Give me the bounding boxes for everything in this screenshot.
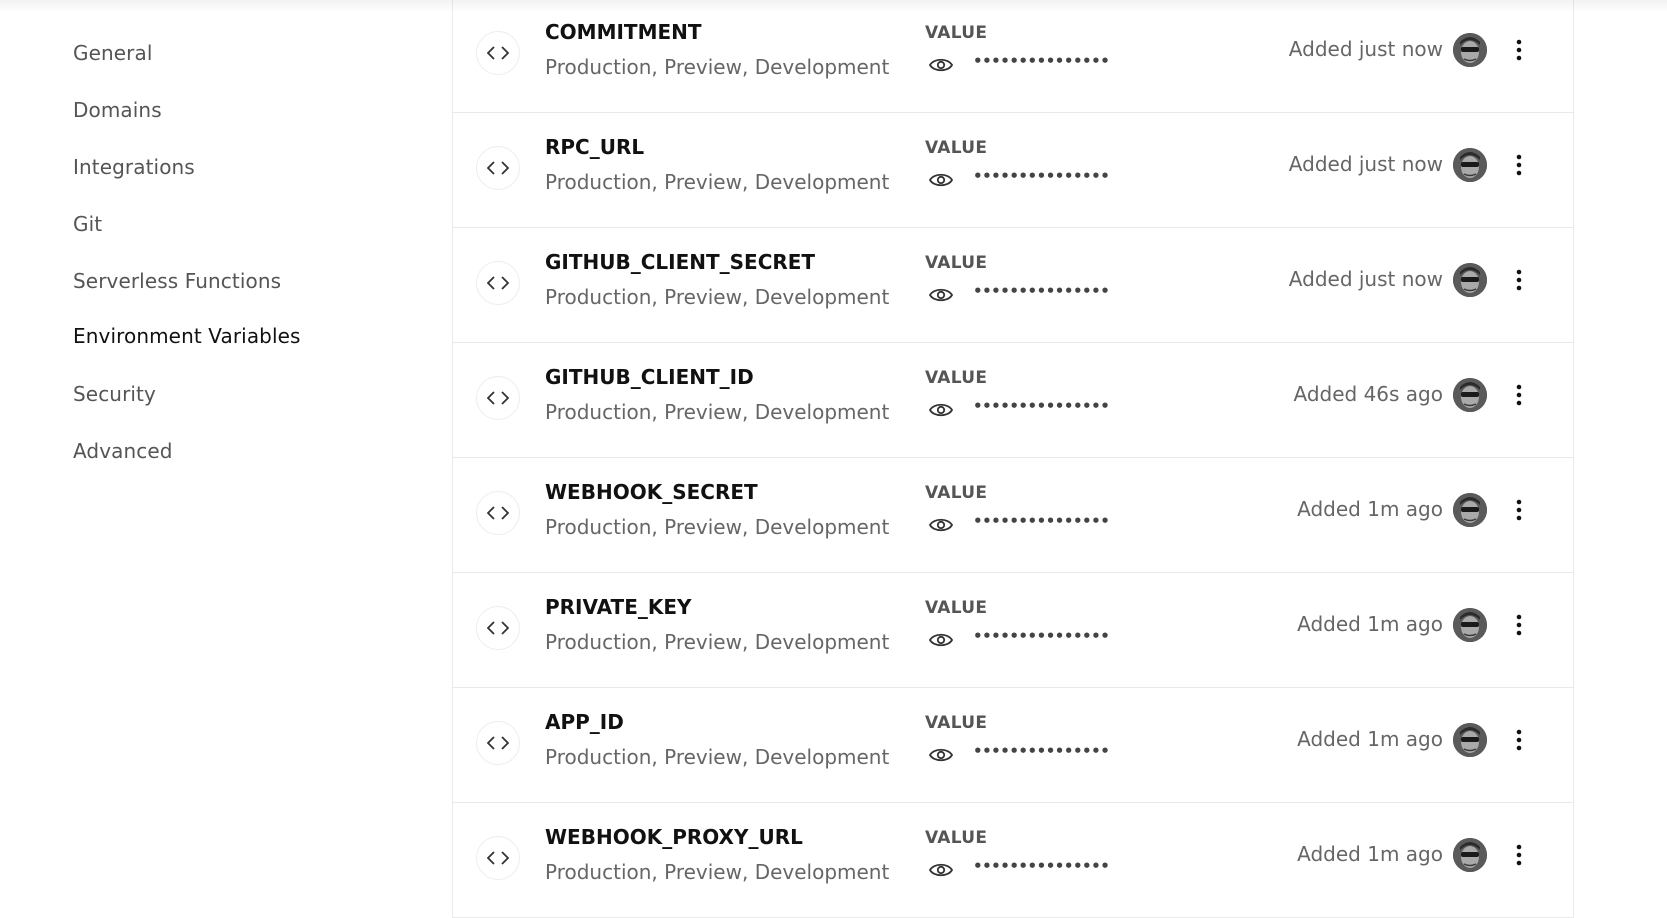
code-brackets-icon — [476, 146, 520, 190]
eye-icon[interactable] — [928, 400, 954, 420]
env-var-name: PRIVATE_KEY — [545, 595, 692, 619]
env-var-name: RPC_URL — [545, 135, 645, 159]
value-label: VALUE — [925, 368, 988, 388]
top-shadow — [0, 0, 1667, 12]
env-var-targets: Production, Preview, Development — [545, 745, 890, 769]
added-timestamp: Added just now — [1288, 37, 1443, 61]
added-timestamp: Added 46s ago — [1293, 382, 1444, 406]
env-var-row: APP_ID Production, Preview, Development … — [453, 688, 1573, 803]
sidebar-item-advanced[interactable]: Advanced — [73, 439, 173, 463]
sidebar-item-git[interactable]: Git — [73, 212, 102, 236]
eye-icon[interactable] — [928, 285, 954, 305]
sidebar-item-general[interactable]: General — [73, 41, 153, 65]
value-label: VALUE — [925, 713, 988, 733]
sidebar-item-security[interactable]: Security — [73, 382, 156, 406]
env-var-name: GITHUB_CLIENT_SECRET — [545, 250, 816, 274]
more-vertical-icon[interactable] — [1501, 30, 1537, 70]
code-brackets-icon — [476, 491, 520, 535]
masked-value: ••••••••••••••• — [973, 52, 1110, 70]
masked-value: ••••••••••••••• — [973, 282, 1110, 300]
eye-icon[interactable] — [928, 860, 954, 880]
sidebar-item-domains[interactable]: Domains — [73, 98, 162, 122]
user-avatar — [1453, 493, 1487, 527]
code-brackets-icon — [476, 836, 520, 880]
user-avatar — [1453, 378, 1487, 412]
masked-value: ••••••••••••••• — [973, 742, 1110, 760]
settings-sidebar: General Domains Integrations Git Serverl… — [0, 0, 440, 899]
masked-value: ••••••••••••••• — [973, 167, 1110, 185]
env-var-targets: Production, Preview, Development — [545, 285, 890, 309]
code-brackets-icon — [476, 606, 520, 650]
env-var-targets: Production, Preview, Development — [545, 400, 890, 424]
added-timestamp: Added 1m ago — [1297, 727, 1443, 751]
code-brackets-icon — [476, 721, 520, 765]
environment-variables-list: COMMITMENT Production, Preview, Developm… — [452, 0, 1574, 918]
added-timestamp: Added 1m ago — [1297, 842, 1443, 866]
masked-value: ••••••••••••••• — [973, 512, 1110, 530]
env-var-name: APP_ID — [545, 710, 624, 734]
more-vertical-icon[interactable] — [1501, 605, 1537, 645]
env-var-targets: Production, Preview, Development — [545, 515, 890, 539]
more-vertical-icon[interactable] — [1501, 490, 1537, 530]
user-avatar — [1453, 263, 1487, 297]
masked-value: ••••••••••••••• — [973, 397, 1110, 415]
code-brackets-icon — [476, 31, 520, 75]
code-brackets-icon — [476, 261, 520, 305]
added-timestamp: Added just now — [1288, 267, 1443, 291]
eye-icon[interactable] — [928, 515, 954, 535]
env-var-name: WEBHOOK_SECRET — [545, 480, 758, 504]
env-var-row: WEBHOOK_SECRET Production, Preview, Deve… — [453, 458, 1573, 573]
env-var-name: WEBHOOK_PROXY_URL — [545, 825, 803, 849]
env-var-name: COMMITMENT — [545, 20, 702, 44]
value-label: VALUE — [925, 23, 988, 43]
more-vertical-icon[interactable] — [1501, 260, 1537, 300]
env-var-row: PRIVATE_KEY Production, Preview, Develop… — [453, 573, 1573, 688]
masked-value: ••••••••••••••• — [973, 857, 1110, 875]
eye-icon[interactable] — [928, 745, 954, 765]
more-vertical-icon[interactable] — [1501, 145, 1537, 185]
value-label: VALUE — [925, 483, 988, 503]
eye-icon[interactable] — [928, 170, 954, 190]
env-var-targets: Production, Preview, Development — [545, 630, 890, 654]
env-var-targets: Production, Preview, Development — [545, 55, 890, 79]
sidebar-item-integrations[interactable]: Integrations — [73, 155, 195, 179]
more-vertical-icon[interactable] — [1501, 375, 1537, 415]
added-timestamp: Added 1m ago — [1297, 497, 1443, 521]
sidebar-item-serverless-functions[interactable]: Serverless Functions — [73, 269, 281, 293]
masked-value: ••••••••••••••• — [973, 627, 1110, 645]
more-vertical-icon[interactable] — [1501, 720, 1537, 760]
sidebar-item-environment-variables[interactable]: Environment Variables — [73, 324, 301, 348]
value-label: VALUE — [925, 138, 988, 158]
env-var-row: GITHUB_CLIENT_ID Production, Preview, De… — [453, 343, 1573, 458]
value-label: VALUE — [925, 828, 988, 848]
env-var-row: COMMITMENT Production, Preview, Developm… — [453, 0, 1573, 113]
user-avatar — [1453, 723, 1487, 757]
code-brackets-icon — [476, 376, 520, 420]
more-vertical-icon[interactable] — [1501, 835, 1537, 875]
env-var-targets: Production, Preview, Development — [545, 170, 890, 194]
env-var-name: GITHUB_CLIENT_ID — [545, 365, 754, 389]
eye-icon[interactable] — [928, 55, 954, 75]
env-var-row: GITHUB_CLIENT_SECRET Production, Preview… — [453, 228, 1573, 343]
added-timestamp: Added 1m ago — [1297, 612, 1443, 636]
added-timestamp: Added just now — [1288, 152, 1443, 176]
env-var-targets: Production, Preview, Development — [545, 860, 890, 884]
value-label: VALUE — [925, 598, 988, 618]
env-var-row: WEBHOOK_PROXY_URL Production, Preview, D… — [453, 803, 1573, 918]
user-avatar — [1453, 33, 1487, 67]
env-var-row: RPC_URL Production, Preview, Development… — [453, 113, 1573, 228]
value-label: VALUE — [925, 253, 988, 273]
user-avatar — [1453, 148, 1487, 182]
eye-icon[interactable] — [928, 630, 954, 650]
user-avatar — [1453, 608, 1487, 642]
user-avatar — [1453, 838, 1487, 872]
